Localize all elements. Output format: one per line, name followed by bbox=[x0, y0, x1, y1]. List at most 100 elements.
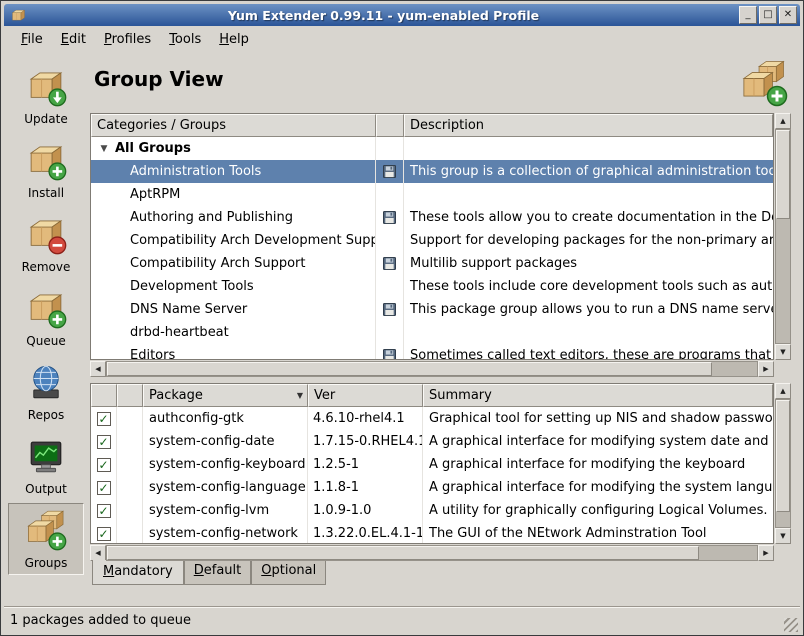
tab-default[interactable]: Default bbox=[184, 560, 252, 585]
titlebar[interactable]: Yum Extender 0.99.11 - yum-enabled Profi… bbox=[4, 4, 800, 26]
groups-horizontal-scrollbar[interactable]: ◀ ▶ bbox=[90, 361, 774, 377]
package-checkbox[interactable]: ✓ bbox=[97, 458, 111, 472]
package-version: 1.2.5-1 bbox=[308, 453, 423, 476]
groups-vertical-scrollbar[interactable]: ▲ ▼ bbox=[775, 113, 791, 360]
scrollbar-thumb[interactable] bbox=[776, 400, 790, 512]
menu-edit[interactable]: Edit bbox=[52, 28, 95, 51]
scroll-up-button[interactable]: ▲ bbox=[775, 383, 791, 399]
groups-table-body: ▼ All Groups Administration ToolsThis gr… bbox=[91, 137, 773, 359]
scroll-up-icon: ▲ bbox=[780, 117, 785, 125]
maximize-button[interactable]: □ bbox=[759, 6, 777, 24]
installed-icon bbox=[383, 165, 396, 178]
menu-file[interactable]: File bbox=[12, 28, 52, 51]
groups-icon bbox=[25, 509, 67, 555]
scrollbar-trough[interactable] bbox=[775, 399, 791, 528]
package-checkbox[interactable]: ✓ bbox=[97, 527, 111, 541]
minimize-button[interactable]: _ bbox=[739, 6, 757, 24]
scroll-down-icon: ▼ bbox=[780, 348, 785, 356]
sidebar-item-groups[interactable]: Groups bbox=[8, 503, 84, 575]
package-row[interactable]: ✓system-config-network1.3.22.0.EL.4.1-1T… bbox=[91, 522, 773, 543]
menu-profiles[interactable]: Profiles bbox=[95, 28, 160, 51]
scroll-down-button[interactable]: ▼ bbox=[775, 344, 791, 360]
group-row[interactable]: AptRPM bbox=[91, 183, 773, 206]
package-summary: Graphical tool for setting up NIS and sh… bbox=[423, 407, 773, 430]
sidebar-item-update[interactable]: Update bbox=[8, 59, 84, 131]
group-row[interactable]: EditorsSometimes called text editors, th… bbox=[91, 344, 773, 359]
packages-horizontal-scrollbar[interactable]: ◀ ▶ bbox=[90, 545, 774, 561]
package-row[interactable]: ✓system-config-keyboard1.2.5-1A graphica… bbox=[91, 453, 773, 476]
package-checkbox[interactable]: ✓ bbox=[97, 435, 111, 449]
scrollbar-trough[interactable] bbox=[775, 129, 791, 344]
window-title: Yum Extender 0.99.11 - yum-enabled Profi… bbox=[30, 8, 737, 23]
scroll-left-button[interactable]: ◀ bbox=[90, 545, 106, 561]
menu-help[interactable]: Help bbox=[210, 28, 258, 51]
package-checkbox[interactable]: ✓ bbox=[97, 481, 111, 495]
menu-tools[interactable]: Tools bbox=[160, 28, 210, 51]
content-pane: Group View Categories / Groups Descripti… bbox=[88, 53, 800, 606]
check-icon: ✓ bbox=[98, 436, 108, 448]
group-name: AptRPM bbox=[130, 187, 180, 202]
scrollbar-thumb[interactable] bbox=[107, 546, 699, 560]
sidebar-item-output[interactable]: Output bbox=[8, 429, 84, 501]
sidebar: Update Install Remove Queue Repos Output bbox=[4, 53, 88, 606]
scroll-up-button[interactable]: ▲ bbox=[775, 113, 791, 129]
expander-icon[interactable]: ▼ bbox=[96, 144, 112, 154]
remove-icon bbox=[25, 213, 67, 259]
scroll-right-button[interactable]: ▶ bbox=[758, 545, 774, 561]
sidebar-item-repos[interactable]: Repos bbox=[8, 355, 84, 427]
scrollbar-thumb[interactable] bbox=[776, 130, 790, 219]
scrollbar-trough[interactable] bbox=[106, 545, 758, 561]
group-row[interactable]: Authoring and PublishingThese tools allo… bbox=[91, 206, 773, 229]
group-row[interactable]: drbd-heartbeat bbox=[91, 321, 773, 344]
scroll-right-button[interactable]: ▶ bbox=[758, 361, 774, 377]
close-icon: ✕ bbox=[784, 10, 792, 20]
tab-optional[interactable]: Optional bbox=[251, 560, 326, 585]
column-header-categories[interactable]: Categories / Groups bbox=[91, 114, 376, 137]
scroll-down-icon: ▼ bbox=[780, 532, 785, 540]
package-row[interactable]: ✓system-config-language1.1.8-1A graphica… bbox=[91, 476, 773, 499]
package-row[interactable]: ✓authconfig-gtk4.6.10-rhel4.1Graphical t… bbox=[91, 407, 773, 430]
package-row[interactable]: ✓system-config-lvm1.0.9-1.0A utility for… bbox=[91, 499, 773, 522]
package-checkbox[interactable]: ✓ bbox=[97, 504, 111, 518]
status-text: 1 packages added to queue bbox=[10, 613, 784, 628]
package-checkbox[interactable]: ✓ bbox=[97, 412, 111, 426]
check-icon: ✓ bbox=[98, 413, 108, 425]
column-header-installed[interactable] bbox=[376, 114, 404, 137]
group-row[interactable]: Development ToolsThese tools include cor… bbox=[91, 275, 773, 298]
column-header-ver[interactable]: Ver bbox=[308, 384, 423, 407]
check-icon: ✓ bbox=[98, 505, 108, 517]
column-header-checkbox[interactable] bbox=[91, 384, 117, 407]
sidebar-item-label: Remove bbox=[22, 260, 71, 274]
column-header-summary[interactable]: Summary bbox=[423, 384, 773, 407]
group-row[interactable]: Administration ToolsThis group is a coll… bbox=[91, 160, 773, 183]
group-row[interactable]: Compatibility Arch SupportMultilib suppo… bbox=[91, 252, 773, 275]
package-version: 1.0.9-1.0 bbox=[308, 499, 423, 522]
packages-vertical-scrollbar[interactable]: ▲ ▼ bbox=[775, 383, 791, 544]
group-row[interactable]: Compatibility Arch Development SupportSu… bbox=[91, 229, 773, 252]
package-header-label: Package bbox=[149, 388, 203, 403]
tab-mandatory[interactable]: Mandatory bbox=[92, 560, 184, 585]
scroll-left-icon: ◀ bbox=[95, 549, 100, 557]
sidebar-item-remove[interactable]: Remove bbox=[8, 207, 84, 279]
group-description: These tools allow you to create document… bbox=[410, 210, 773, 225]
sidebar-item-queue[interactable]: Queue bbox=[8, 281, 84, 353]
package-version: 4.6.10-rhel4.1 bbox=[308, 407, 423, 430]
column-header-description[interactable]: Description bbox=[404, 114, 773, 137]
package-summary: A graphical interface for modifying the … bbox=[423, 453, 773, 476]
package-row[interactable]: ✓system-config-date1.7.15-0.RHEL4.1A gra… bbox=[91, 430, 773, 453]
sort-indicator-icon: ▼ bbox=[297, 391, 303, 400]
column-header-package[interactable]: Package ▼ bbox=[143, 384, 308, 407]
package-version: 1.3.22.0.EL.4.1-1 bbox=[308, 522, 423, 543]
close-button[interactable]: ✕ bbox=[779, 6, 797, 24]
scrollbar-trough[interactable] bbox=[106, 361, 758, 377]
scroll-left-button[interactable]: ◀ bbox=[90, 361, 106, 377]
scrollbar-thumb[interactable] bbox=[107, 362, 712, 376]
group-row[interactable]: DNS Name ServerThis package group allows… bbox=[91, 298, 773, 321]
scroll-up-icon: ▲ bbox=[780, 387, 785, 395]
scroll-down-button[interactable]: ▼ bbox=[775, 528, 791, 544]
resize-grip[interactable] bbox=[784, 618, 798, 632]
group-description: These tools include core development too… bbox=[410, 279, 773, 294]
column-header-status[interactable] bbox=[117, 384, 143, 407]
sidebar-item-install[interactable]: Install bbox=[8, 133, 84, 205]
group-root-row[interactable]: ▼ All Groups bbox=[91, 137, 773, 160]
